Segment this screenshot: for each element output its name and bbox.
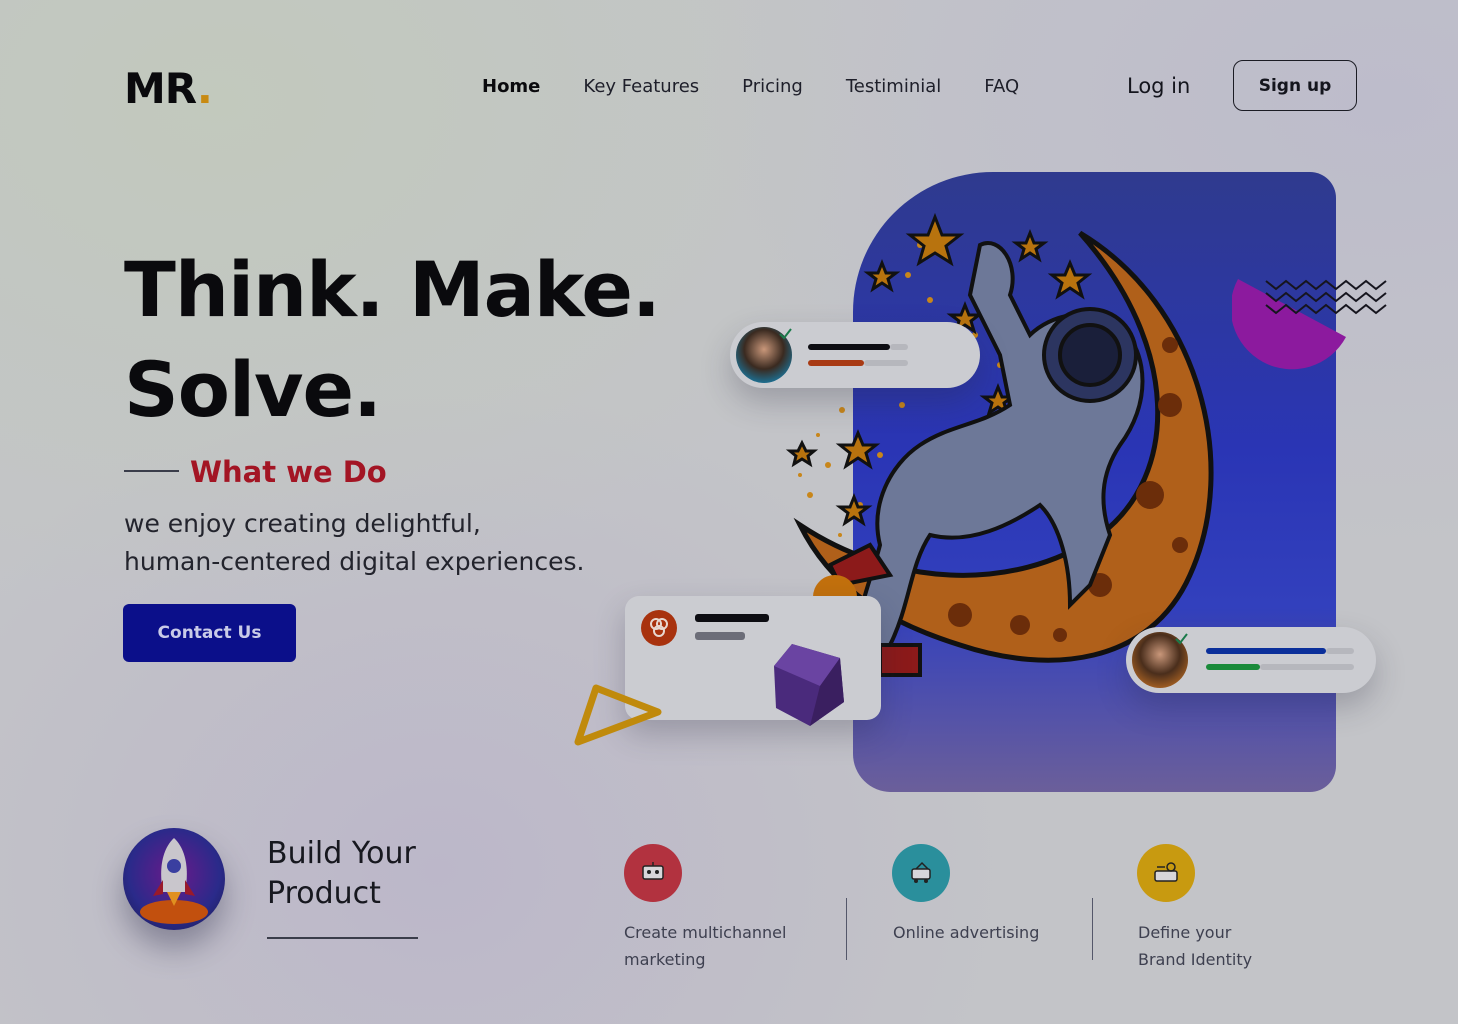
rocket-icon	[140, 838, 208, 924]
main-nav: Home Key Features Pricing Testiminial FA…	[482, 76, 1019, 97]
progress-bar-green	[1206, 664, 1260, 670]
nav-faq[interactable]: FAQ	[984, 76, 1019, 97]
logo-dot: .	[196, 64, 213, 113]
service-label-line: marketing	[624, 950, 706, 969]
logo[interactable]: MR.	[124, 64, 213, 113]
check-icon	[1175, 633, 1188, 645]
headline-line-1: Think. Make.	[124, 245, 661, 334]
text-placeholder-bar	[695, 614, 769, 622]
build-divider	[267, 937, 418, 939]
brand-identity-icon[interactable]	[1137, 844, 1195, 902]
section-divider	[124, 470, 179, 472]
contact-us-button[interactable]: Contact Us	[123, 604, 296, 662]
nav-key-features[interactable]: Key Features	[583, 76, 699, 97]
profile-card-1	[730, 322, 980, 388]
nav-home[interactable]: Home	[482, 76, 540, 97]
service-divider	[1092, 898, 1093, 960]
marketing-icon[interactable]	[624, 844, 682, 902]
build-title-line-2: Product	[267, 876, 381, 911]
progress-track	[1326, 648, 1354, 654]
signup-button[interactable]: Sign up	[1233, 60, 1357, 111]
check-icon	[779, 328, 792, 340]
progress-bar-dark	[808, 344, 890, 350]
progress-track	[1260, 664, 1354, 670]
service-marketing-label: Create multichannel marketing	[624, 919, 786, 973]
login-link[interactable]: Log in	[1127, 74, 1190, 98]
service-label-line: Online advertising	[893, 923, 1040, 942]
service-divider	[846, 898, 847, 960]
service-label-line: Brand Identity	[1138, 950, 1253, 969]
purple-cube-shape	[774, 644, 844, 726]
hero-description: we enjoy creating delightful, human-cent…	[124, 505, 644, 581]
section-label: What we Do	[190, 455, 387, 489]
description-line-1: we enjoy creating delightful,	[124, 509, 481, 538]
rocket-badge	[123, 828, 225, 930]
text-placeholder-bar	[695, 632, 745, 640]
advertising-icon[interactable]	[892, 844, 950, 902]
decor-shapes	[1232, 279, 1387, 370]
headline-line-2: Solve.	[124, 345, 382, 434]
logo-text: MR	[124, 64, 198, 113]
service-advertising-label: Online advertising	[893, 919, 1039, 946]
service-label-line: Create multichannel	[624, 923, 787, 942]
progress-bar-orange	[808, 360, 864, 366]
triangle-shape	[574, 684, 662, 746]
build-product-title: Build Your Product	[267, 834, 416, 914]
progress-track	[864, 360, 908, 366]
service-label-line: Define your	[1138, 923, 1232, 942]
semicircle-shape	[1232, 279, 1346, 370]
progress-bar-blue	[1206, 648, 1326, 654]
description-line-2: human-centered digital experiences.	[124, 547, 585, 576]
progress-track	[890, 344, 908, 350]
nav-pricing[interactable]: Pricing	[742, 76, 803, 97]
service-brand-label: Define your Brand Identity	[1138, 919, 1252, 973]
build-title-line-1: Build Your	[267, 836, 416, 871]
app-logo-icon	[641, 610, 677, 646]
hero-headline: Think. Make. Solve.	[124, 240, 661, 440]
nav-testimonial[interactable]: Testiminial	[846, 76, 941, 97]
profile-card-2	[1126, 627, 1376, 693]
